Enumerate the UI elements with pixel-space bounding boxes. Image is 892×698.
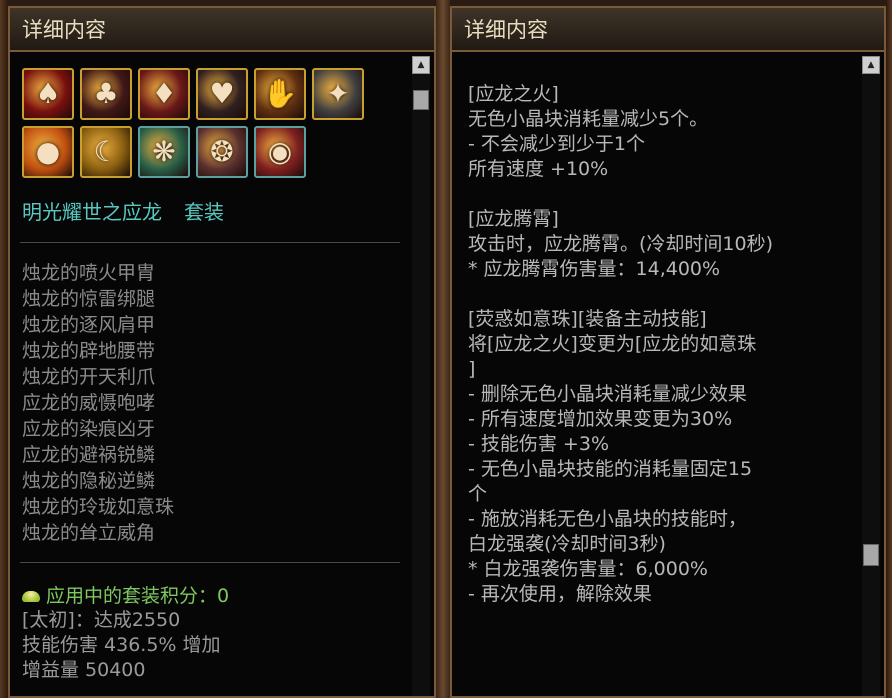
effect-line: - 技能伤害 +3% <box>468 433 609 455</box>
dragon-fang-icon[interactable]: ☾ <box>80 126 132 178</box>
window-frame-right <box>886 0 892 698</box>
set-part-item: 烛龙的惊雷绑腿 <box>22 288 156 310</box>
effect-line: 个 <box>468 483 488 505</box>
scrollbar[interactable]: ▲ <box>412 56 430 696</box>
scroll-thumb[interactable] <box>863 544 879 566</box>
set-score-text: 应用中的套装积分：0 <box>46 584 230 607</box>
effect-line: * 白龙强袭伤害量：6,000% <box>468 558 708 580</box>
window-frame-left <box>0 0 8 698</box>
effect-line: 无色小晶块消耗量减少5个。 <box>468 108 709 130</box>
set-name[interactable]: 明光耀世之应龙 套装 <box>22 196 224 225</box>
detail-panel-left: 详细内容 ♠ ♣ ♦ ♥ ✋ ✦ ● ☾ ❋ ❂ ◉ 明光耀世之应龙 套装 烛龙的喷火甲胄 烛龙的惊雷绑… <box>8 6 436 698</box>
divider <box>20 562 400 563</box>
divider <box>20 242 400 243</box>
reverse-scale-icon[interactable]: ❂ <box>196 126 248 178</box>
effect-line: 攻击时，应龙腾霄。(冷却时间10秒) <box>468 233 774 255</box>
set-bonus-summary: 应用中的套装积分：0 [太初]：达成2550 技能伤害 436.5% 增加 增益… <box>22 580 229 683</box>
detail-panel-right: 详细内容 [应龙之火] 无色小晶块消耗量减少5个。 - 不会减少到少于1个 所有速度 … <box>450 6 886 698</box>
item-glyph: ♦ <box>151 77 177 110</box>
set-tier-text: [太初]：达成2550 <box>22 609 181 631</box>
icon-row: ♠ ♣ ♦ ♥ ✋ ✦ <box>22 68 382 120</box>
item-glyph: ❋ <box>152 135 176 168</box>
red-dragon-helmet-icon[interactable]: ♠ <box>22 68 74 120</box>
effect-line: - 无色小晶块技能的消耗量固定15 <box>468 458 753 480</box>
dragon-shoulder-icon[interactable]: ♦ <box>138 68 190 120</box>
item-glyph: ✦ <box>326 77 350 110</box>
set-part-item: 应龙的避祸锐鳞 <box>22 444 156 466</box>
set-name-label: 明光耀世之应龙 <box>22 200 162 224</box>
dark-dragon-leggings-icon[interactable]: ♣ <box>80 68 132 120</box>
effect-heading: [荧惑如意珠][装备主动技能] <box>468 308 707 330</box>
pearl-orb-icon[interactable]: ● <box>22 126 74 178</box>
green-gem-icon <box>22 590 40 602</box>
set-part-item: 烛龙的玲珑如意珠 <box>22 496 175 518</box>
set-effect-description: [应龙之火] 无色小晶块消耗量减少5个。 - 不会减少到少于1个 所有速度 +10% [… <box>468 82 848 607</box>
buff-amount-text: 增益量 50400 <box>22 659 146 681</box>
set-part-item: 烛龙的开天利爪 <box>22 366 156 388</box>
item-glyph: ♣ <box>93 77 119 110</box>
set-part-item: 烛龙的喷火甲胄 <box>22 262 156 284</box>
set-part-item: 应龙的威慑咆哮 <box>22 392 156 414</box>
red-orb-icon[interactable]: ◉ <box>254 126 306 178</box>
effect-heading: [应龙腾霄] <box>468 208 559 230</box>
effect-line: * 应龙腾霄伤害量：14,400% <box>468 258 721 280</box>
item-glyph: ✋ <box>262 77 298 110</box>
effect-heading: [应龙之火] <box>468 83 559 105</box>
dragon-scale-icon[interactable]: ❋ <box>138 126 190 178</box>
item-glyph: ● <box>35 135 61 168</box>
scroll-thumb[interactable] <box>413 90 429 110</box>
skill-damage-text: 技能伤害 436.5% 增加 <box>22 634 221 656</box>
effect-line: - 再次使用，解除效果 <box>468 583 652 605</box>
effect-line: - 施放消耗无色小晶块的技能时， <box>468 508 747 530</box>
dragon-belt-icon[interactable]: ♥ <box>196 68 248 120</box>
set-score-row: 应用中的套装积分：0 <box>22 580 229 608</box>
set-parts-list: 烛龙的喷火甲胄 烛龙的惊雷绑腿 烛龙的逐风肩甲 烛龙的辟地腰带 烛龙的开天利爪 应龙的威慑… <box>22 260 174 546</box>
effect-line: - 删除无色小晶块消耗量减少效果 <box>468 383 747 405</box>
scroll-up-button[interactable]: ▲ <box>412 56 430 74</box>
set-part-item: 应龙的染痕凶牙 <box>22 418 156 440</box>
panel-separator <box>436 0 450 698</box>
item-glyph: ☾ <box>93 135 119 168</box>
effect-line: 白龙强袭(冷却时间3秒) <box>468 533 666 555</box>
set-part-item: 烛龙的逐风肩甲 <box>22 314 156 336</box>
item-glyph: ♥ <box>209 77 235 110</box>
effect-line: - 所有速度增加效果变更为30% <box>468 408 733 430</box>
item-glyph: ❂ <box>210 135 234 168</box>
effect-line: 将[应龙之火]变更为[应龙的如意珠 <box>468 333 757 355</box>
dragon-roar-icon[interactable]: ✦ <box>312 68 364 120</box>
scrollbar[interactable]: ▲ <box>862 56 880 696</box>
set-suffix-label: 套装 <box>184 200 224 224</box>
icon-row: ● ☾ ❋ ❂ ◉ <box>22 126 382 178</box>
scroll-up-button[interactable]: ▲ <box>862 56 880 74</box>
panel-title: 详细内容 <box>452 8 884 52</box>
effect-line: ] <box>468 358 476 380</box>
panel-title: 详细内容 <box>10 8 434 52</box>
effect-line: 所有速度 +10% <box>468 158 609 180</box>
set-part-item: 烛龙的辟地腰带 <box>22 340 156 362</box>
effect-line: - 不会减少到少于1个 <box>468 133 645 155</box>
equipment-icon-grid: ♠ ♣ ♦ ♥ ✋ ✦ ● ☾ ❋ ❂ ◉ <box>22 68 382 184</box>
dragon-claw-icon[interactable]: ✋ <box>254 68 306 120</box>
item-glyph: ◉ <box>267 135 293 168</box>
set-part-item: 烛龙的耸立威角 <box>22 522 156 544</box>
item-glyph: ♠ <box>35 77 61 110</box>
set-part-item: 烛龙的隐秘逆鳞 <box>22 470 156 492</box>
